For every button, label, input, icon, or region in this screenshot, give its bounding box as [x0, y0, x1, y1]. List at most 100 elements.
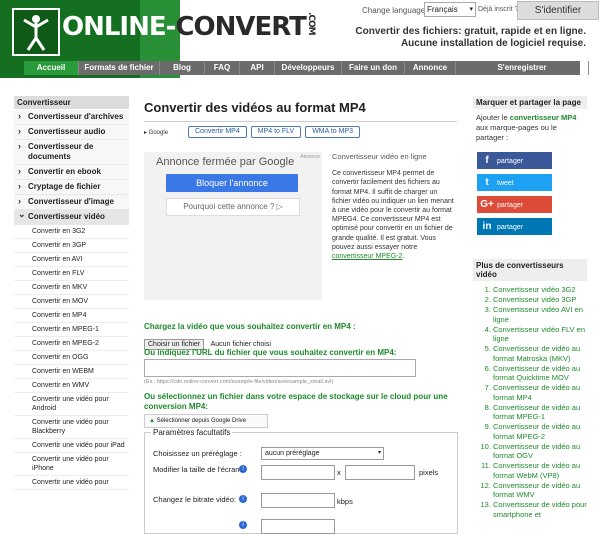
- mpeg2-link[interactable]: convertisseur MPEG-2: [332, 253, 402, 260]
- share-button[interactable]: in partager: [477, 218, 552, 235]
- sidebar-item[interactable]: Cryptage de fichier: [14, 180, 129, 195]
- sidebar-subitem[interactable]: Convertir en MP4: [14, 309, 129, 323]
- sidebar-subitem[interactable]: Convertir en 3GP: [14, 239, 129, 253]
- nav-item-4[interactable]: API: [240, 61, 275, 75]
- sidebar-subitem[interactable]: Convertir une vidéo pour Android: [14, 393, 129, 416]
- ad-box: Annonce Annonce fermée par Google Bloque…: [144, 152, 322, 300]
- nav-item-5[interactable]: Développeurs: [275, 61, 342, 75]
- sidebar-subitem[interactable]: Convertir une vidéo pour Blackberry: [14, 416, 129, 439]
- description: Convertisseur vidéo en ligne Ce converti…: [332, 152, 456, 261]
- sidebar-subitem[interactable]: Convertir en AVI: [14, 253, 129, 267]
- preset-select[interactable]: aucun préréglage ▾: [261, 447, 384, 460]
- optional-settings: Paramètres facultatifs Choisissez un pré…: [144, 428, 458, 534]
- share-button[interactable]: t tweet: [477, 174, 552, 191]
- chevron-down-icon: ▾: [377, 450, 381, 456]
- nav-item-3[interactable]: FAQ: [205, 61, 240, 75]
- description-body: Ce convertisseur MP4 permet de convertir…: [332, 170, 454, 251]
- tab-mp4-to-flv[interactable]: MP4 to FLV: [250, 126, 302, 138]
- language-label: Change language:: [362, 6, 428, 15]
- cloud-label: Ou sélectionnez un fichier dans votre es…: [144, 392, 448, 411]
- nav-item-2[interactable]: Blog: [160, 61, 205, 75]
- signin-button[interactable]: S'identifier: [517, 1, 599, 20]
- share-label: partager: [497, 202, 524, 209]
- share-label: partager: [497, 158, 524, 165]
- converter-link[interactable]: Convertisseur de vidéo au format MP4: [493, 383, 587, 402]
- main-nav: Accueil Formats de fichier Blog FAQ API Dével…: [24, 61, 589, 75]
- chevron-down-icon: ▾: [469, 6, 473, 13]
- file-status: Aucun fichier choisi: [210, 341, 271, 348]
- sidebar-item-video[interactable]: Convertisseur vidéo: [14, 209, 129, 225]
- sidebar: Convertisseur Convertisseur d'archivesCo…: [14, 96, 129, 490]
- bitrate-label: Changez le bitrate vidéo:: [153, 495, 236, 504]
- sidebar-item[interactable]: Convertisseur d'archives: [14, 110, 129, 125]
- google-drive-button[interactable]: ▲ Sélectionner depuis Google Drive: [144, 414, 268, 428]
- bitrate-input[interactable]: [261, 493, 335, 508]
- ad-label: Annonce: [300, 154, 320, 160]
- converter-link[interactable]: Convertisseur de vidéo au format MPEG-1: [493, 403, 587, 422]
- sidebar-subitem[interactable]: Convertir en MKV: [14, 281, 129, 295]
- nav-item-1[interactable]: Formats de fichier: [79, 61, 160, 75]
- converter-link[interactable]: Convertisseur de vidéo au format OGV: [493, 442, 587, 461]
- extra-input[interactable]: [261, 519, 335, 534]
- sidebar-subitem[interactable]: Convertir une vidéo pour: [14, 476, 129, 490]
- sidebar-subitem[interactable]: Convertir en WMV: [14, 379, 129, 393]
- share-icon: G+: [480, 199, 494, 210]
- nav-item-0[interactable]: Accueil: [24, 61, 79, 75]
- height-input[interactable]: [345, 465, 415, 480]
- converter-link[interactable]: Convertisseur de vidéo au format MPEG-2: [493, 422, 587, 441]
- converter-link[interactable]: Convertisseur de vidéo au format Quickti…: [493, 364, 587, 383]
- sidebar-item[interactable]: Convertisseur audio: [14, 125, 129, 140]
- sidebar-item[interactable]: Convertisseur de documents: [14, 140, 129, 165]
- google-drive-icon: ▲: [149, 418, 155, 424]
- more-converters-heading: Plus de convertisseurs vidéo: [473, 259, 587, 281]
- info-icon[interactable]: i: [239, 495, 247, 503]
- google-drive-label: Sélectionner depuis Google Drive: [156, 418, 247, 424]
- sidebar-subitem[interactable]: Convertir en MOV: [14, 295, 129, 309]
- tab-convert-mp4[interactable]: Convertir MP4: [188, 126, 247, 138]
- upload-section: Chargez la vidéo que vous souhaitez conv…: [144, 322, 356, 351]
- nav-item-7[interactable]: Annonce: [405, 61, 456, 75]
- sidebar-item[interactable]: Convertisseur d'image: [14, 195, 129, 210]
- share-button[interactable]: G+ partager: [477, 196, 552, 213]
- converter-link[interactable]: Convertisseur vidéo 3GP: [493, 295, 587, 305]
- nav-item-6[interactable]: Faire un don: [342, 61, 405, 75]
- ad-title: Annonce fermée par Google: [156, 156, 295, 168]
- width-input[interactable]: [261, 465, 335, 480]
- converter-link[interactable]: Convertisseur vidéo 3G2: [493, 285, 587, 295]
- sidebar-subitem[interactable]: Convertir une vidéo pour iPhone: [14, 453, 129, 476]
- quick-tabs: ▸ Google Convertir MP4 MP4 to FLV WMA to…: [144, 126, 457, 138]
- share-label: tweet: [497, 180, 514, 187]
- converter-link[interactable]: Convertisseur vidéo AVI en ligne: [493, 305, 587, 324]
- sidebar-subitem[interactable]: Convertir en OGG: [14, 351, 129, 365]
- nav-item-8[interactable]: S'enregistrer: [456, 61, 589, 75]
- share-icon: in: [482, 221, 492, 232]
- bitrate-unit: kbps: [337, 497, 353, 506]
- converter-link[interactable]: Convertisseur de vidéo pour smartphone e…: [493, 500, 587, 519]
- info-icon[interactable]: i: [239, 521, 247, 529]
- sidebar-heading: Convertisseur: [14, 96, 129, 110]
- why-ad-button[interactable]: Pourquoi cette annonce ? ▷: [166, 198, 300, 216]
- tab-wma-to-mp3[interactable]: WMA to MP3: [305, 126, 361, 138]
- url-label: Ou indiquez l'URL du fichier que vous so…: [144, 348, 397, 357]
- converter-link[interactable]: Convertisseur de vidéo au format Matrosk…: [493, 344, 587, 363]
- language-select[interactable]: Français ▾: [424, 2, 476, 17]
- sidebar-subitem[interactable]: Convertir en 3G2: [14, 225, 129, 239]
- sidebar-subitem[interactable]: Convertir en FLV: [14, 267, 129, 281]
- sidebar-subitem[interactable]: Convertir une vidéo pour iPad: [14, 439, 129, 453]
- converter-link[interactable]: Convertisseur de vidéo au format WebM (V…: [493, 461, 587, 480]
- converter-link[interactable]: Convertisseur vidéo FLV en ligne: [493, 325, 587, 344]
- share-icon: t: [485, 177, 489, 188]
- logo[interactable]: ONLINE-CONVERT.COM: [62, 12, 316, 42]
- sidebar-item[interactable]: Convertir en ebook: [14, 165, 129, 180]
- url-input[interactable]: [144, 359, 416, 377]
- sidebar-subitem[interactable]: Convertir en MPEG-1: [14, 323, 129, 337]
- main-content: Convertir des vidéos au format MP4 ▸ Goo…: [144, 96, 458, 534]
- logo-figure-icon[interactable]: [12, 8, 60, 56]
- description-title: Convertisseur vidéo en ligne: [332, 152, 427, 161]
- block-ad-button[interactable]: Bloquer l'annonce: [166, 174, 298, 192]
- sidebar-subitem[interactable]: Convertir en MPEG-2: [14, 337, 129, 351]
- sidebar-subitem[interactable]: Convertir en WEBM: [14, 365, 129, 379]
- converter-link[interactable]: Convertisseur de vidéo au format WMV: [493, 481, 587, 500]
- share-label: partager: [497, 224, 524, 231]
- share-button[interactable]: f partager: [477, 152, 552, 169]
